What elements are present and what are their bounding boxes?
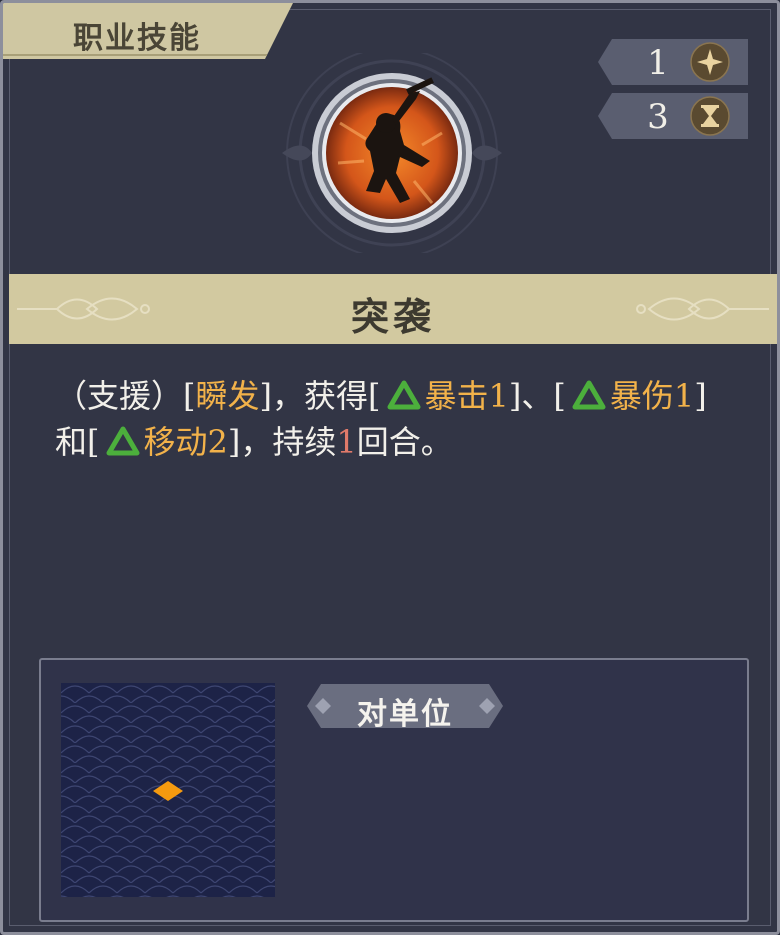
target-type-chip: 对单位 xyxy=(307,684,503,732)
buff-move: 移动2 xyxy=(143,423,228,461)
target-type-label: 对单位 xyxy=(357,697,453,732)
category-tab: 职业技能 xyxy=(3,3,293,59)
cooldown-stat: 3 xyxy=(598,93,748,139)
desc-text: 回合。 xyxy=(356,423,453,461)
tag-instant: 瞬发 xyxy=(195,377,260,415)
target-cell-marker xyxy=(153,781,183,801)
cooldown-value: 3 xyxy=(647,97,669,137)
desc-text: （支援）[ xyxy=(55,377,196,415)
category-label: 职业技能 xyxy=(73,21,201,56)
desc-text: ]，获得[ xyxy=(259,377,381,415)
buff-crit-damage: 暴伤1 xyxy=(609,377,695,415)
buff-up-icon xyxy=(106,426,139,456)
skill-icon xyxy=(282,47,502,259)
range-grid xyxy=(61,683,275,897)
buff-up-icon xyxy=(572,380,606,410)
sparkle-icon xyxy=(690,42,730,82)
desc-text: ]、[ xyxy=(508,377,566,415)
skill-name: 突袭 xyxy=(350,294,435,339)
buff-up-icon xyxy=(387,380,420,410)
leaping-warrior-icon xyxy=(282,47,502,259)
buff-crit: 暴击1 xyxy=(424,377,509,415)
cost-stat: 1 xyxy=(598,39,748,85)
cost-value: 1 xyxy=(647,43,669,83)
desc-text: ]，持续 xyxy=(227,423,337,461)
duration-value: 1 xyxy=(336,423,357,461)
skill-description: （支援）[瞬发]，获得[暴击1]、[暴伤1]和[移动2]，持续1回合。 xyxy=(55,373,735,465)
range-panel: 对单位 xyxy=(39,658,749,922)
skill-detail-panel: 职业技能 1 3 突袭 （支援）[瞬发]，获得[暴击1]、[暴伤1]和[移… xyxy=(0,0,780,935)
hourglass-icon xyxy=(690,96,730,136)
skill-title-band: 突袭 xyxy=(9,274,777,344)
